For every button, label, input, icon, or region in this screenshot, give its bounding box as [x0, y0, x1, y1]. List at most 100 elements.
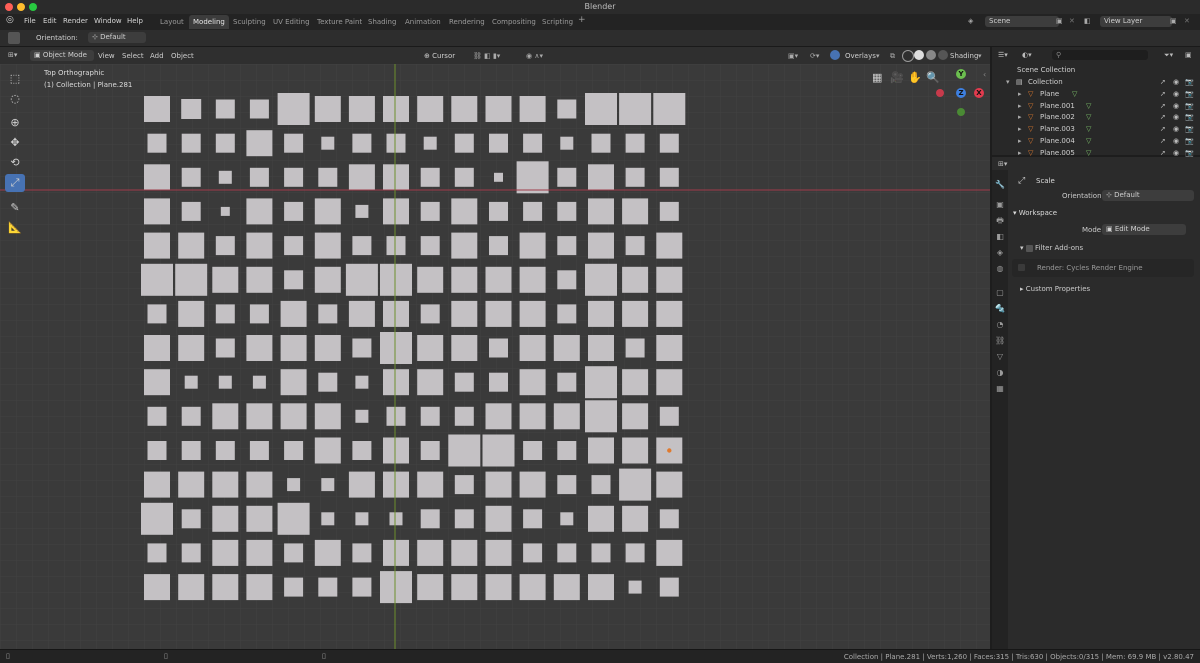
plane-object[interactable]	[284, 441, 304, 460]
output-tab-icon[interactable]: 🖶	[995, 216, 1005, 226]
plane-object[interactable]	[659, 167, 679, 187]
expand-object-icon[interactable]: ▸	[1018, 124, 1022, 135]
plane-object[interactable]	[523, 441, 543, 460]
plane-object[interactable]	[321, 478, 335, 492]
visibility-eye-icon[interactable]: ◉	[1173, 89, 1179, 100]
plane-object[interactable]	[246, 574, 273, 601]
plane-object[interactable]	[585, 400, 617, 433]
plane-object[interactable]	[451, 539, 478, 566]
outliner-object-row[interactable]: ▸ ▽ Plane.001 ▽ ➚ ◉ 📷	[992, 101, 1200, 112]
plane-object[interactable]	[588, 232, 614, 259]
physics-tab-icon[interactable]: ◔	[995, 320, 1005, 330]
material-tab-icon[interactable]: ◑	[995, 368, 1005, 378]
plane-object[interactable]	[215, 236, 235, 256]
plane-object[interactable]	[519, 574, 546, 601]
plane-object[interactable]	[355, 204, 369, 218]
plane-object[interactable]	[277, 502, 310, 535]
plane-object[interactable]	[656, 300, 683, 327]
plane-object[interactable]	[451, 300, 478, 327]
plane-object[interactable]	[557, 304, 577, 324]
plane-object[interactable]	[321, 136, 335, 150]
plane-object[interactable]	[653, 93, 686, 125]
toggle-camera-grid-icon[interactable]: ▦	[872, 71, 882, 84]
remove-view-layer-icon[interactable]: ✕	[1184, 17, 1190, 25]
plane-object[interactable]	[485, 403, 512, 430]
plane-object[interactable]	[656, 266, 683, 293]
plane-object[interactable]	[246, 198, 273, 225]
plane-object[interactable]	[178, 335, 205, 361]
plane-object[interactable]	[314, 232, 341, 259]
plane-object[interactable]	[249, 167, 269, 187]
menu-render[interactable]: Render	[63, 17, 88, 25]
plane-object[interactable]	[215, 133, 235, 153]
plane-object[interactable]	[246, 130, 273, 157]
select-toggle-icon[interactable]: ➚	[1160, 101, 1166, 112]
plane-object[interactable]	[355, 512, 369, 526]
render-toggle-icon[interactable]: 📷	[1185, 112, 1194, 123]
active-tool-icon[interactable]	[8, 32, 20, 44]
scene-tab-icon[interactable]: ◈	[995, 248, 1005, 258]
plane-object[interactable]	[220, 206, 230, 216]
plane-object[interactable]	[184, 375, 198, 389]
plane-object[interactable]	[557, 441, 577, 460]
camera-view-icon[interactable]: 🎥	[890, 71, 904, 84]
gizmo-x-axis[interactable]: X	[974, 88, 984, 98]
expand-object-icon[interactable]: ▸	[1018, 89, 1022, 100]
plane-object[interactable]	[656, 369, 683, 396]
plane-object[interactable]	[181, 441, 201, 460]
plane-object[interactable]	[280, 369, 307, 396]
tool-tab-icon[interactable]: 🔧	[995, 180, 1005, 190]
expand-object-icon[interactable]: ▸	[1018, 136, 1022, 147]
plane-object[interactable]	[485, 471, 512, 498]
plane-object[interactable]	[519, 369, 546, 396]
rotate-icon[interactable]: ⟲	[5, 154, 25, 172]
plane-object[interactable]	[215, 338, 235, 358]
menu-file[interactable]: File	[24, 17, 36, 25]
gizmo-z-axis[interactable]: Z	[956, 88, 966, 98]
visibility-eye-icon[interactable]: ◉	[1173, 136, 1179, 147]
plane-object[interactable]	[181, 201, 201, 221]
plane-object[interactable]	[485, 300, 512, 327]
plane-object[interactable]	[141, 263, 173, 296]
plane-object[interactable]	[659, 133, 679, 153]
outliner-object-row[interactable]: ▸ ▽ Plane.004 ▽ ➚ ◉ 📷	[992, 136, 1200, 147]
outliner-scene-collection[interactable]: Scene Collection	[992, 65, 1200, 76]
plane-object[interactable]	[553, 403, 580, 430]
plane-object[interactable]	[386, 133, 406, 153]
plane-object[interactable]	[489, 133, 508, 153]
select-toggle-icon[interactable]: ➚	[1160, 124, 1166, 135]
plane-object[interactable]	[147, 441, 167, 460]
plane-object[interactable]	[314, 539, 341, 566]
viewport-canvas[interactable]	[0, 64, 990, 649]
plane-object[interactable]	[383, 198, 409, 225]
plane-object[interactable]	[246, 403, 273, 430]
plane-object[interactable]	[314, 403, 341, 430]
rendered-shading-icon[interactable]	[938, 50, 948, 60]
modifier-tab-icon[interactable]: 🔩	[995, 304, 1005, 314]
plane-object[interactable]	[284, 133, 304, 153]
plane-object[interactable]	[553, 574, 580, 601]
plane-object[interactable]	[348, 96, 375, 122]
plane-object[interactable]	[656, 232, 683, 259]
display-mode-icon[interactable]: ◐▾	[1022, 51, 1032, 59]
plane-object[interactable]	[181, 99, 202, 119]
plane-object[interactable]	[489, 201, 508, 221]
plane-object[interactable]	[420, 236, 440, 256]
plane-object[interactable]	[557, 236, 577, 256]
plane-object[interactable]	[454, 167, 474, 187]
plane-object[interactable]	[352, 577, 372, 597]
editor-type-icon[interactable]: ⊞▾	[8, 51, 17, 59]
plane-object[interactable]	[622, 300, 649, 327]
plane-object[interactable]	[352, 133, 372, 153]
plane-object[interactable]	[383, 471, 409, 498]
blender-logo-icon[interactable]: ◎	[6, 15, 14, 25]
expand-collection-icon[interactable]: ▾	[1006, 77, 1010, 88]
plane-object[interactable]	[280, 403, 307, 430]
plane-object[interactable]	[380, 571, 412, 604]
plane-object[interactable]	[252, 375, 266, 389]
menu-edit[interactable]: Edit	[43, 17, 57, 25]
plane-object[interactable]	[519, 403, 546, 430]
plane-object[interactable]	[485, 539, 512, 566]
object-tab-icon[interactable]: ▢	[995, 288, 1005, 298]
plane-object[interactable]	[588, 574, 614, 601]
